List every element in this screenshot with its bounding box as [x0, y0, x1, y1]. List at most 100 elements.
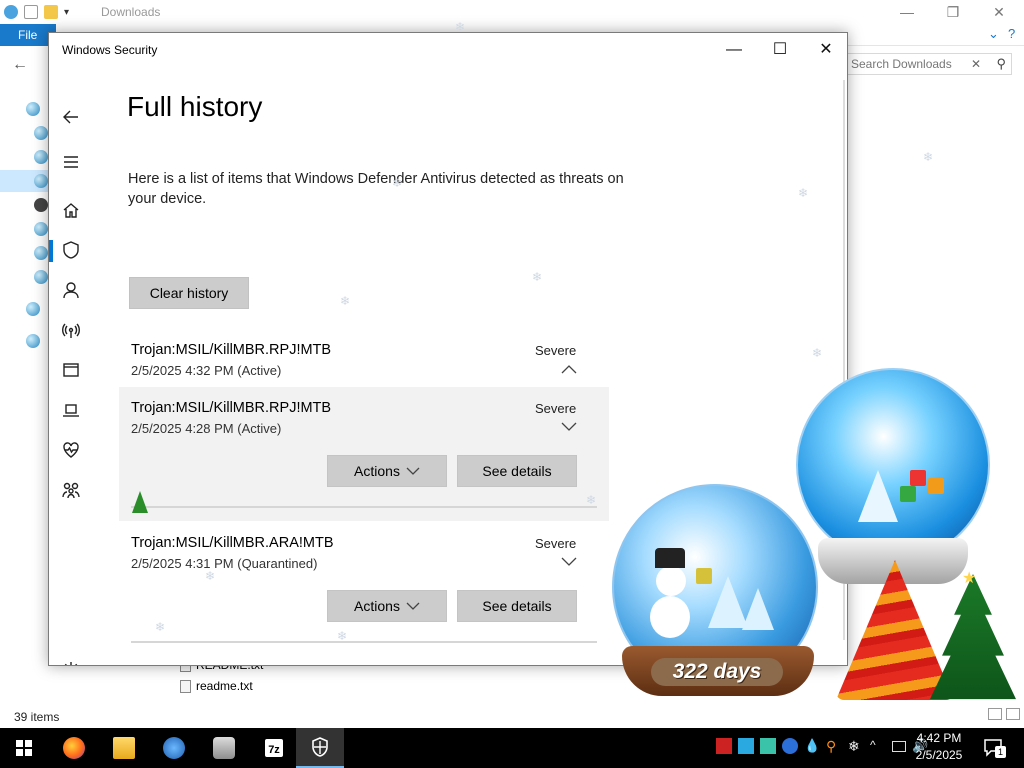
star-icon: ★ — [962, 570, 977, 587]
threat-date: 2/5/2025 4:32 PM (Active) — [131, 363, 282, 378]
new-folder-icon[interactable] — [44, 5, 58, 19]
threat-name: Trojan:MSIL/KillMBR.RPJ!MTB — [131, 342, 332, 358]
threat-item[interactable]: Trojan:MSIL/KillMBR.RPJ!MTB 2/5/2025 4:2… — [127, 399, 607, 519]
snowflake-icon: ❄ — [798, 186, 809, 200]
search-placeholder: Search Downloads — [851, 57, 952, 71]
clock[interactable]: 4:42 PM 2/5/2025 — [904, 730, 974, 764]
heart-icon[interactable] — [59, 438, 83, 462]
page-title: Full history — [127, 91, 263, 122]
app-icon[interactable] — [4, 5, 18, 19]
snowflake-icon: ❄ — [337, 629, 348, 643]
tray-app-icon[interactable] — [716, 738, 732, 754]
threat-name: Trojan:MSIL/KillMBR.RPJ!MTB — [131, 400, 332, 416]
snowflake-icon: ❄ — [392, 176, 403, 190]
explorer-close-button[interactable]: ✕ — [976, 2, 1022, 22]
laptop-icon[interactable] — [59, 398, 83, 422]
actions-button[interactable]: Actions — [327, 455, 447, 487]
snowman-head-icon — [656, 566, 686, 596]
taskbar-windows-security[interactable] — [296, 728, 344, 768]
globe-icon[interactable] — [26, 334, 40, 348]
drop-icon[interactable]: 💧 — [804, 738, 820, 754]
system-tray: 💧 ⚲ ❄ ^ 🔊 — [716, 738, 928, 754]
snow-globe-small — [796, 368, 990, 562]
taskbar-folder[interactable] — [200, 728, 248, 768]
notification-badge: 1 — [995, 746, 1006, 758]
network-icon[interactable] — [26, 302, 40, 316]
start-button[interactable] — [0, 728, 48, 768]
snowflake-icon: ❄ — [923, 150, 934, 164]
nav-icon[interactable] — [34, 270, 48, 284]
customize-dropdown-icon[interactable]: ▾ — [64, 7, 69, 18]
explorer-minimize-button[interactable]: — — [884, 2, 930, 22]
taskbar-firefox[interactable] — [50, 728, 98, 768]
wireless-icon[interactable] — [59, 318, 83, 342]
search-input[interactable]: Search Downloads ✕ ⚲ — [846, 53, 1012, 75]
nav-icon[interactable] — [34, 126, 48, 140]
chevron-down-icon[interactable] — [561, 419, 577, 431]
clear-history-button[interactable]: Clear history — [129, 277, 249, 309]
tray-app-icon[interactable] — [738, 738, 754, 754]
snowy-tree-icon — [742, 588, 774, 630]
nav-icon[interactable] — [34, 150, 48, 164]
taskbar-7zip[interactable]: 7z — [250, 728, 298, 768]
family-icon[interactable] — [59, 478, 83, 502]
details-view-icon[interactable] — [988, 708, 1002, 720]
gear-icon[interactable] — [59, 658, 83, 665]
window-title: Windows Security — [62, 43, 158, 57]
severity-label: Severe — [535, 343, 577, 358]
nav-icon[interactable] — [34, 246, 48, 260]
threat-date: 2/5/2025 4:28 PM (Active) — [131, 421, 282, 436]
nav-icon[interactable] — [34, 174, 48, 188]
back-arrow-icon[interactable] — [59, 105, 83, 129]
properties-icon[interactable] — [24, 5, 38, 19]
shield-icon[interactable] — [59, 238, 83, 262]
help-icon[interactable]: ? — [1008, 26, 1015, 41]
explorer-title: Downloads — [101, 5, 161, 19]
explorer-maximize-button[interactable]: ❐ — [930, 2, 976, 22]
magnifier-icon[interactable]: ⚲ — [826, 738, 842, 754]
home-icon[interactable] — [59, 198, 83, 222]
threat-item[interactable]: Trojan:MSIL/KillMBR.RPJ!MTB 2/5/2025 4:3… — [127, 341, 607, 385]
taskbar-file-explorer[interactable] — [100, 728, 148, 768]
firefox-icon — [63, 737, 85, 759]
taskbar-app[interactable] — [150, 728, 198, 768]
large-icons-view-icon[interactable] — [1006, 708, 1020, 720]
snowman-hat-icon — [655, 548, 685, 568]
browser-window-icon[interactable] — [59, 358, 83, 382]
see-details-button[interactable]: See details — [457, 455, 577, 487]
severity-label: Severe — [535, 401, 577, 416]
tray-app-icon[interactable] — [782, 738, 798, 754]
minimize-button[interactable]: — — [711, 35, 757, 65]
file-explorer-icon — [113, 737, 135, 759]
tray-app-icon[interactable] — [760, 738, 776, 754]
snowflake-tray-icon[interactable]: ❄ — [848, 738, 864, 754]
chevron-down-icon[interactable] — [561, 554, 577, 566]
divider — [131, 506, 597, 508]
nav-icon[interactable] — [26, 102, 40, 116]
threat-name: Trojan:MSIL/KillMBR.ARA!MTB — [131, 535, 334, 551]
close-button[interactable]: ✕ — [803, 35, 847, 65]
see-details-button[interactable]: See details — [457, 590, 577, 622]
list-item[interactable]: readme.txt — [180, 679, 253, 693]
actions-button[interactable]: Actions — [327, 590, 447, 622]
snowman-icon — [650, 596, 690, 638]
folder-icon — [213, 737, 235, 759]
days-counter-label: 322 days — [651, 658, 783, 686]
show-hidden-icons-icon[interactable]: ^ — [870, 738, 886, 754]
nav-icon[interactable] — [34, 222, 48, 236]
nav-icon[interactable] — [34, 198, 48, 212]
snowflake-icon: ❄ — [532, 270, 543, 284]
threat-item[interactable]: Trojan:MSIL/KillMBR.ARA!MTB 2/5/2025 4:3… — [127, 534, 607, 654]
clock-time: 4:42 PM — [916, 731, 962, 745]
person-icon[interactable] — [59, 278, 83, 302]
divider — [131, 641, 597, 643]
ribbon-expand-icon[interactable]: ⌄ — [988, 26, 999, 42]
maximize-button[interactable]: ☐ — [757, 35, 803, 65]
chevron-up-icon[interactable] — [561, 361, 577, 374]
search-icon[interactable]: ⚲ — [996, 54, 1006, 74]
action-center-button[interactable]: 1 — [982, 736, 1006, 758]
explorer-back-icon[interactable]: ← — [12, 56, 28, 74]
clear-search-icon[interactable]: ✕ — [971, 54, 981, 74]
gift-icon — [910, 470, 926, 486]
hamburger-icon[interactable] — [59, 150, 83, 174]
